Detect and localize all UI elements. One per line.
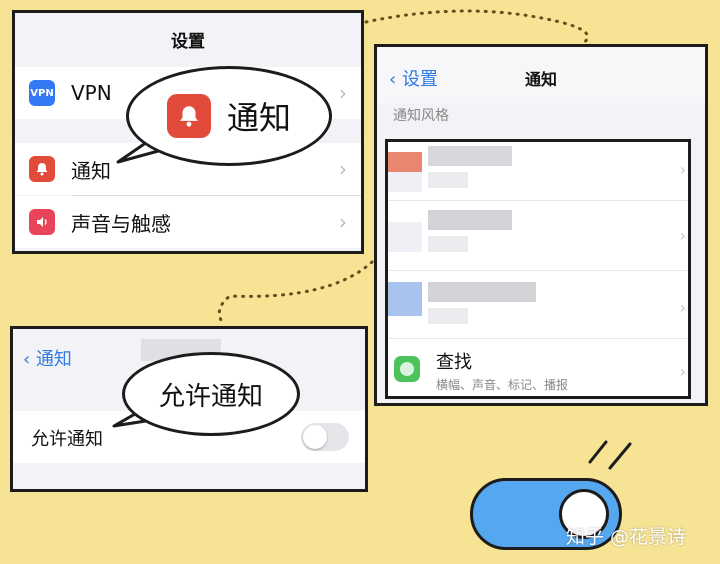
blurred-app-name xyxy=(428,146,512,166)
divider xyxy=(388,338,688,339)
blurred-app-subtitle xyxy=(428,236,468,252)
page-title: 通知 xyxy=(524,70,557,89)
settings-item-label: 通知 xyxy=(71,158,111,183)
speech-bubble-notify: 通知 xyxy=(126,66,332,166)
speaker-icon xyxy=(29,209,55,235)
divider xyxy=(388,270,688,271)
chevron-right-icon: › xyxy=(679,298,686,317)
find-my-icon xyxy=(394,356,420,382)
bubble-text: 通知 xyxy=(226,99,291,137)
vpn-icon: VPN xyxy=(29,80,55,106)
blurred-app-icon xyxy=(388,222,422,252)
divider xyxy=(388,200,688,201)
settings-item-label: VPN xyxy=(71,81,112,105)
settings-title: 设置 xyxy=(171,32,205,52)
blurred-app-subtitle xyxy=(428,172,468,188)
settings-item-label: 声音与触感 xyxy=(71,211,171,236)
watermark: 知乎 @花景诗 xyxy=(566,526,687,548)
bubble-text: 允许通知 xyxy=(158,381,263,412)
blurred-app-subtitle xyxy=(428,308,468,324)
bell-icon xyxy=(166,94,211,138)
chevron-right-icon: › xyxy=(679,160,686,179)
blurred-app-icon xyxy=(388,172,422,192)
settings-item-sounds[interactable]: 声音与触感 › xyxy=(15,196,361,248)
allow-notifications-label: 允许通知 xyxy=(31,429,103,450)
blurred-app-icon xyxy=(388,152,422,172)
speech-bubble-allow: 允许通知 xyxy=(122,352,300,436)
bell-icon xyxy=(29,156,55,182)
back-button[interactable]: ‹ 通知 xyxy=(23,345,72,371)
chevron-right-icon: › xyxy=(339,157,347,181)
allow-notifications-toggle[interactable] xyxy=(301,423,349,451)
chevron-left-icon: ‹ xyxy=(23,349,31,370)
blurred-app-name xyxy=(428,282,536,302)
app-subtitle: 横幅、声音、标记、播报 xyxy=(436,378,569,392)
toggle-knob xyxy=(303,425,327,449)
notifications-panel: ‹ 设置 通知 通知风格 › › › 查找 横幅、声音、标记、播报 › xyxy=(374,44,708,406)
nav-bar: ‹ 设置 通知 xyxy=(377,47,705,103)
app-list: › › › 查找 横幅、声音、标记、播报 › xyxy=(385,139,691,399)
blurred-app-name xyxy=(428,210,512,230)
blurred-app-icon xyxy=(388,282,422,316)
section-header: 通知风格 xyxy=(393,108,449,124)
chevron-right-icon: › xyxy=(339,210,347,234)
chevron-right-icon: › xyxy=(679,362,686,381)
chevron-right-icon: › xyxy=(679,226,686,245)
back-label: 通知 xyxy=(35,349,72,370)
app-name: 查找 xyxy=(436,352,472,373)
chevron-right-icon: › xyxy=(339,81,347,105)
